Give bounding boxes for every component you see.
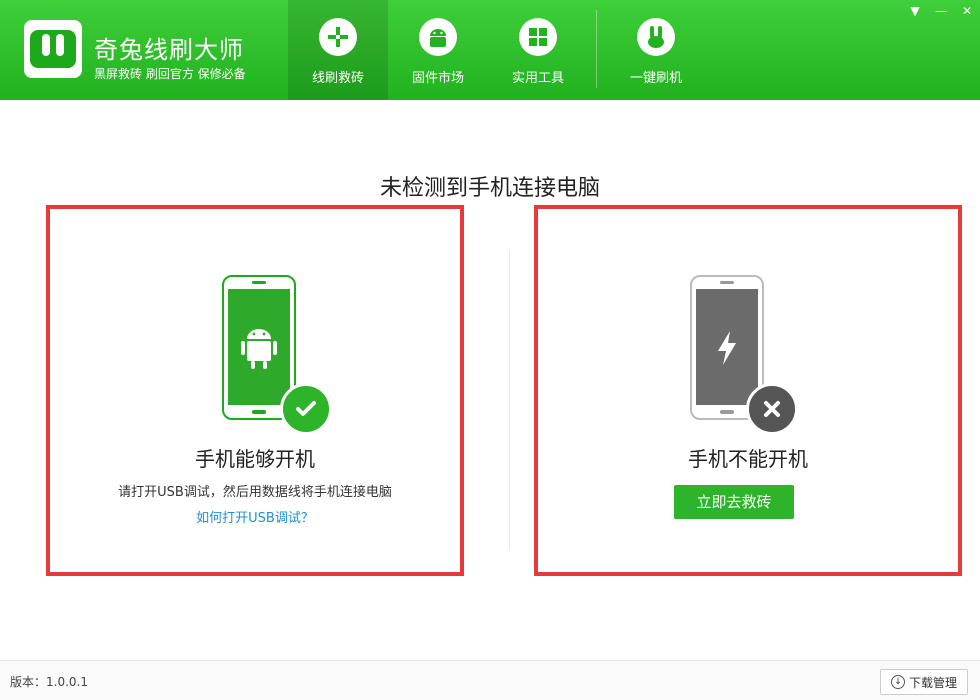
android-icon [419, 18, 457, 56]
panel-title: 手机不能开机 [688, 447, 808, 471]
phone-screen [228, 289, 290, 405]
panel-title: 手机能够开机 [195, 447, 315, 471]
nav-tab-label: 一键刷机 [629, 71, 682, 86]
app-header: 奇兔线刷大师 黑屏救砖 刷回官方 保修必备 线刷救砖 固件市场 实用工具 一键刷… [0, 0, 980, 100]
check-icon [280, 383, 332, 435]
status-bar: 版本：1.0.0.1 ↓ 下载管理 [0, 660, 980, 700]
nav-separator [596, 10, 597, 88]
phone-speaker [720, 281, 734, 284]
phone-screen [696, 289, 758, 405]
usb-debug-help-link[interactable]: 如何打开USB调试？ [50, 507, 460, 526]
download-manager-button[interactable]: ↓ 下载管理 [880, 669, 968, 695]
window-controls: ▼ — ✕ [902, 0, 980, 22]
nav-tab-label: 实用工具 [511, 71, 564, 86]
rescue-now-button[interactable]: 立即去救砖 [674, 485, 794, 519]
download-manager-label: 下载管理 [908, 675, 957, 690]
version-label: 版本：1.0.0.1 [10, 675, 88, 689]
grid-icon [519, 18, 557, 56]
panel-divider [509, 250, 510, 550]
nav-tab-one-click-flash[interactable]: 一键刷机 [606, 0, 706, 100]
logo-ear-right [56, 34, 64, 56]
close-icon[interactable]: ✕ [954, 0, 980, 22]
app-subtitle: 黑屏救砖 刷回官方 保修必备 [94, 67, 246, 81]
nav-tab-flash-rescue[interactable]: 线刷救砖 [288, 0, 388, 100]
x-icon [746, 383, 798, 435]
nav-tab-label: 固件市场 [411, 71, 464, 86]
rabbit-icon [637, 18, 675, 56]
page-title: 未检测到手机连接电脑 [379, 176, 600, 201]
nav-tab-label: 线刷救砖 [311, 71, 364, 86]
rabbit-logo-icon [30, 30, 76, 68]
minimize-icon[interactable]: — [928, 0, 954, 22]
nav-tab-firmware-market[interactable]: 固件市场 [388, 0, 488, 100]
phone-cannot-boot-panel: 手机不能开机 立即去救砖 [534, 205, 962, 576]
phone-can-boot-panel: 手机能够开机 请打开USB调试，然后用数据线将手机连接电脑 如何打开USB调试？ [46, 205, 464, 576]
app-title: 奇兔线刷大师 [94, 36, 244, 64]
phone-home-button [720, 410, 734, 414]
download-icon: ↓ [890, 675, 905, 689]
plus-cross-icon [319, 18, 357, 56]
phone-speaker [252, 281, 266, 284]
panel-description: 请打开USB调试，然后用数据线将手机连接电脑 [118, 485, 392, 500]
logo-ear-left [42, 34, 50, 56]
app-logo [24, 20, 82, 78]
main-nav: 线刷救砖 固件市场 实用工具 一键刷机 [288, 0, 706, 100]
menu-dropdown-icon[interactable]: ▼ [902, 0, 928, 22]
nav-tab-utilities[interactable]: 实用工具 [488, 0, 588, 100]
phone-home-button [252, 410, 266, 414]
